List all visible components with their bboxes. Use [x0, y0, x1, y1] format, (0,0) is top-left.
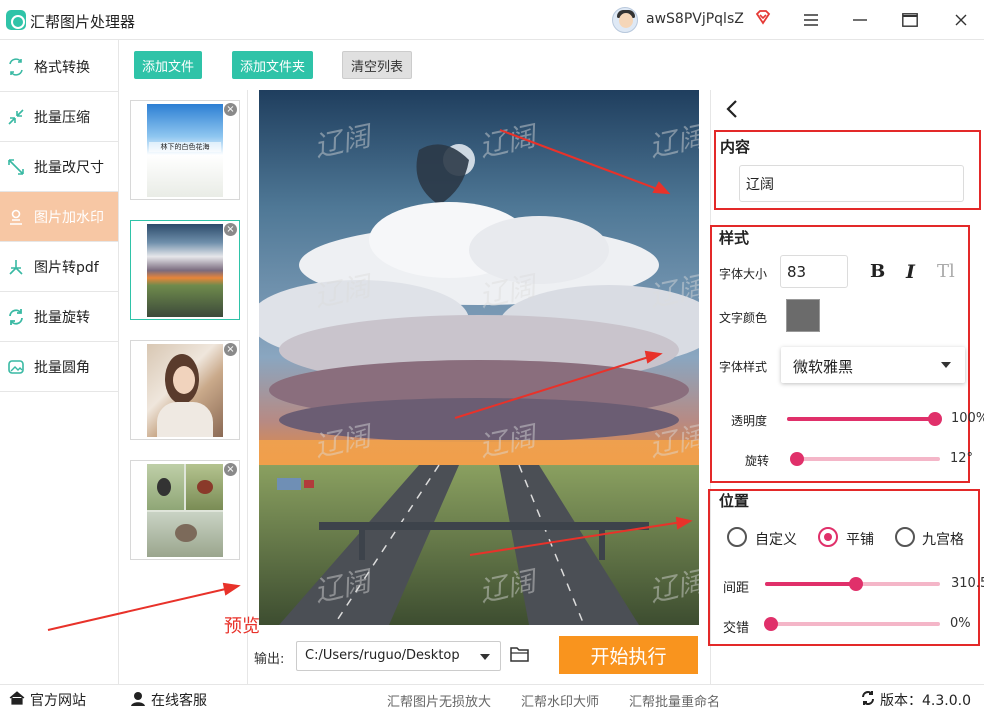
- output-path-value: C:/Users/ruguo/Desktop: [305, 648, 460, 663]
- font-style-value: 微软雅黑: [793, 358, 854, 376]
- opacity-label: 透明度: [731, 414, 768, 428]
- stagger-label: 交错: [723, 621, 750, 636]
- strikethrough-button[interactable]: Tl: [937, 261, 955, 282]
- support-icon[interactable]: [130, 690, 146, 706]
- spacing-value: 310.5: [951, 576, 984, 591]
- stagger-slider[interactable]: [764, 617, 940, 631]
- online-support-link[interactable]: 在线客服: [151, 690, 207, 710]
- opacity-slider-thumb[interactable]: [928, 412, 942, 426]
- spacing-slider[interactable]: [765, 577, 940, 591]
- opacity-slider-fill: [787, 417, 935, 421]
- footer-link-watermark-master[interactable]: 汇帮水印大师: [521, 691, 599, 710]
- rotate-label: 旋转: [745, 454, 770, 468]
- radio-grid-label: 九宫格: [922, 532, 964, 548]
- spacing-label: 间距: [723, 581, 750, 596]
- font-size-label: 字体大小: [719, 267, 768, 281]
- start-button[interactable]: 开始执行: [559, 636, 698, 674]
- stagger-slider-thumb[interactable]: [764, 617, 778, 631]
- style-title: 样式: [719, 229, 750, 247]
- official-site-link[interactable]: 官方网站: [30, 690, 86, 710]
- bold-button[interactable]: B: [870, 261, 885, 282]
- refresh-icon[interactable]: [860, 690, 876, 706]
- rotate-value: 12°: [950, 451, 974, 466]
- opacity-value: 100%: [951, 411, 984, 426]
- rotate-slider[interactable]: [790, 452, 940, 466]
- radio-grid[interactable]: [895, 527, 915, 547]
- preview-annotation: 预览: [224, 616, 260, 637]
- stagger-value: 0%: [950, 616, 971, 631]
- version-label: 版本：4.3.0.0: [880, 693, 971, 709]
- font-size-input[interactable]: 83: [780, 255, 848, 288]
- radio-custom[interactable]: [727, 527, 747, 547]
- opacity-slider[interactable]: [787, 412, 942, 426]
- text-color-swatch[interactable]: [786, 299, 820, 332]
- radio-tile[interactable]: [818, 527, 838, 547]
- chevron-down-icon: [480, 654, 490, 660]
- font-style-label: 字体样式: [719, 360, 768, 374]
- spacing-slider-thumb[interactable]: [849, 577, 863, 591]
- footer-link-batch-rename[interactable]: 汇帮批量重命名: [629, 691, 720, 710]
- content-title: 内容: [720, 138, 751, 156]
- folder-icon[interactable]: [510, 645, 530, 663]
- position-title: 位置: [719, 492, 750, 510]
- font-style-select[interactable]: 微软雅黑: [781, 347, 965, 383]
- footer: 官方网站 在线客服 汇帮图片无损放大 汇帮水印大师 汇帮批量重命名 版本：4.3…: [0, 684, 984, 710]
- text-color-label: 文字颜色: [719, 311, 768, 325]
- radio-tile-label: 平铺: [846, 532, 874, 548]
- output-path-select[interactable]: C:/Users/ruguo/Desktop: [296, 641, 501, 671]
- home-icon[interactable]: [9, 691, 25, 705]
- chevron-down-icon: [941, 362, 951, 368]
- radio-custom-label: 自定义: [755, 532, 797, 548]
- spacing-slider-fill: [765, 582, 856, 586]
- watermark-text-input[interactable]: 辽阔: [739, 165, 964, 202]
- italic-button[interactable]: I: [906, 261, 915, 283]
- output-label: 输出:: [254, 652, 285, 667]
- back-arrow-icon[interactable]: [722, 98, 744, 120]
- footer-link-upscale[interactable]: 汇帮图片无损放大: [387, 691, 491, 710]
